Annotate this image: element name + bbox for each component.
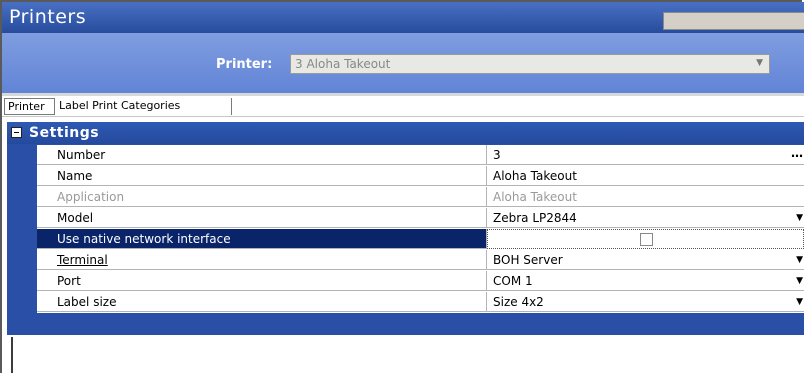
property-value-field[interactable]: BOH Server ▼ xyxy=(487,250,804,270)
property-row-name[interactable]: Name Aloha Takeout xyxy=(37,166,804,187)
property-row-number[interactable]: Number 3 … xyxy=(37,145,804,166)
property-value: Aloha Takeout xyxy=(493,169,577,183)
property-value: Size 4x2 xyxy=(493,295,544,309)
divider xyxy=(11,337,13,373)
settings-section-title: Settings xyxy=(29,125,100,141)
property-name: Number xyxy=(37,145,487,165)
property-name: Model xyxy=(37,208,487,228)
printer-dropdown-value: 3 Aloha Takeout xyxy=(295,57,391,71)
printer-selector-label: Printer: xyxy=(216,57,273,72)
property-row-terminal[interactable]: Terminal BOH Server ▼ xyxy=(37,250,804,271)
chevron-down-icon[interactable]: ▼ xyxy=(796,276,803,286)
grid-footer xyxy=(2,337,804,373)
ellipsis-icon[interactable]: … xyxy=(791,146,803,160)
chevron-down-icon[interactable]: ▼ xyxy=(796,255,803,265)
property-name: Use native network interface xyxy=(37,229,487,249)
chevron-down-icon[interactable]: ▼ xyxy=(796,297,803,307)
property-value: BOH Server xyxy=(493,253,563,267)
property-value-field[interactable]: Zebra LP2844 ▼ xyxy=(487,208,804,228)
property-value-field[interactable]: COM 1 ▼ xyxy=(487,271,804,291)
property-row-model[interactable]: Model Zebra LP2844 ▼ xyxy=(37,208,804,229)
native-network-checkbox[interactable] xyxy=(640,233,653,246)
property-name: Name xyxy=(37,166,487,186)
property-value: COM 1 xyxy=(493,274,533,288)
printer-dropdown[interactable]: 3 Aloha Takeout ▼ xyxy=(290,54,770,74)
property-value-field: Aloha Takeout xyxy=(487,187,804,207)
property-row-application: Application Aloha Takeout xyxy=(37,187,804,208)
property-value-field[interactable]: 3 … xyxy=(487,145,804,165)
property-grid: Settings Number 3 … Name Aloha Takeout A… xyxy=(7,122,804,335)
property-row-label-size[interactable]: Label size Size 4x2 ▼ xyxy=(37,292,804,313)
property-value-field[interactable] xyxy=(487,229,804,249)
printer-selector-bar: Printer: 3 Aloha Takeout ▼ xyxy=(2,33,804,93)
property-value: Aloha Takeout xyxy=(493,190,577,204)
property-name: Application xyxy=(37,187,487,207)
tab-label-print-categories[interactable]: Label Print Categories xyxy=(56,98,232,115)
property-name: Terminal xyxy=(37,250,487,270)
property-value-field[interactable]: Aloha Takeout xyxy=(487,166,804,186)
window-title: Printers xyxy=(9,6,87,28)
chevron-down-icon[interactable]: ▼ xyxy=(796,213,803,223)
title-bar-field xyxy=(663,12,804,30)
property-name: Port xyxy=(37,271,487,291)
property-name-link[interactable]: Terminal xyxy=(57,253,108,267)
property-row-port[interactable]: Port COM 1 ▼ xyxy=(37,271,804,292)
collapse-icon[interactable] xyxy=(11,127,22,138)
property-row-use-native-network-interface[interactable]: Use native network interface xyxy=(37,229,804,250)
property-name: Label size xyxy=(37,292,487,312)
property-value: 3 xyxy=(493,148,501,162)
tab-printer[interactable]: Printer xyxy=(4,98,55,115)
settings-section-header[interactable]: Settings xyxy=(7,122,804,144)
property-value: Zebra LP2844 xyxy=(493,211,577,225)
tab-bar: Printer Label Print Categories xyxy=(2,96,804,117)
chevron-down-icon[interactable]: ▼ xyxy=(756,58,763,68)
property-value-field[interactable]: Size 4x2 ▼ xyxy=(487,292,804,312)
